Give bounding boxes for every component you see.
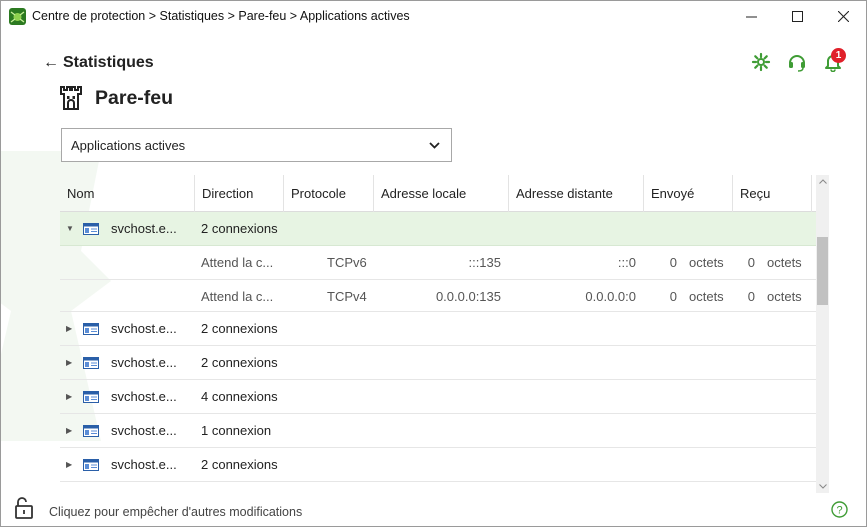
table-row[interactable]: ▶ svchost.e... 2 connexions — [60, 312, 816, 346]
app-name: svchost.e... — [111, 389, 177, 404]
application-window-icon — [83, 425, 99, 437]
drweb-spider-icon — [9, 8, 26, 25]
close-icon — [837, 11, 849, 22]
direction-cell: Attend la c... — [201, 289, 274, 304]
sent-value-cell: 0 — [669, 255, 677, 270]
column-header-envoye[interactable]: Envoyé — [644, 175, 733, 212]
received-value-cell: 0 — [747, 255, 755, 270]
local-address-cell: 0.0.0.0:135 — [435, 289, 501, 304]
protocol-cell: TCPv4 — [327, 289, 367, 304]
maximize-button[interactable] — [774, 1, 820, 32]
expand-caret-icon[interactable]: ▶ — [66, 380, 72, 414]
back-label: Statistiques — [63, 54, 154, 71]
app-name: svchost.e... — [111, 457, 177, 472]
notification-badge: 1 — [831, 48, 846, 63]
sent-unit-cell: octets — [689, 289, 724, 304]
connection-count: 2 connexions — [201, 321, 278, 336]
sent-unit-cell: octets — [689, 255, 724, 270]
expand-caret-icon[interactable]: ▶ — [66, 448, 72, 482]
scroll-up-button[interactable] — [816, 175, 829, 188]
lock-hint-text[interactable]: Cliquez pour empêcher d'autres modificat… — [49, 505, 302, 519]
table-header: Nom Direction Protocole Adresse locale A… — [60, 175, 816, 212]
connection-count: 2 connexions — [201, 457, 278, 472]
application-window-icon — [83, 357, 99, 369]
unlocked-padlock-icon[interactable] — [14, 496, 34, 520]
remote-address-cell: :::0 — [617, 255, 636, 270]
chevron-up-icon — [818, 179, 827, 184]
application-window-icon — [83, 459, 99, 471]
local-address-cell: :::135 — [468, 255, 501, 270]
column-header-direction[interactable]: Direction — [195, 175, 284, 212]
table-row[interactable]: ▶ svchost.e... 1 connexion — [60, 414, 816, 448]
application-window-icon — [83, 391, 99, 403]
maximize-icon — [791, 11, 803, 22]
column-header-nom[interactable]: Nom — [60, 175, 195, 212]
sent-value-cell: 0 — [669, 289, 677, 304]
dropdown-selected-value: Applications actives — [71, 137, 186, 153]
help-icon[interactable]: ? — [831, 501, 848, 518]
connection-count: 1 connexion — [201, 423, 272, 438]
app-name: svchost.e... — [111, 355, 177, 370]
connection-count: 2 connexions — [201, 355, 278, 370]
expand-caret-icon[interactable]: ▶ — [66, 346, 72, 380]
back-link[interactable]: ← Statistiques — [43, 54, 154, 72]
table-row[interactable]: ▼ svchost.e... 2 connexions — [60, 212, 816, 246]
chevron-down-icon — [818, 484, 827, 489]
page-title: Pare-feu — [95, 86, 174, 109]
support-headset-icon[interactable] — [787, 52, 807, 72]
table-scrollbar[interactable] — [816, 175, 829, 493]
scroll-thumb[interactable] — [817, 237, 828, 305]
protocol-cell: TCPv6 — [327, 255, 367, 270]
column-header-recu[interactable]: Reçu — [733, 175, 812, 212]
back-arrow-icon: ← — [43, 54, 59, 71]
received-unit-cell: octets — [767, 289, 802, 304]
application-window-icon — [83, 323, 99, 335]
application-window-icon — [83, 223, 99, 235]
table-row-child[interactable]: Attend la c... TCPv6 :::135 :::0 0 octet… — [60, 246, 816, 280]
column-header-adresse-locale[interactable]: Adresse locale — [374, 175, 509, 212]
table-row[interactable]: ▶ svchost.e... 2 connexions — [60, 448, 816, 482]
received-unit-cell: octets — [767, 255, 802, 270]
chevron-down-icon — [429, 142, 440, 149]
received-value-cell: 0 — [747, 289, 755, 304]
svg-text:?: ? — [836, 505, 842, 517]
column-header-adresse-distante[interactable]: Adresse distante — [509, 175, 644, 212]
remote-address-cell: 0.0.0.0:0 — [585, 289, 636, 304]
window-title: Centre de protection > Statistiques > Pa… — [32, 9, 410, 23]
collapse-caret-icon[interactable]: ▼ — [66, 212, 74, 246]
app-name: svchost.e... — [111, 423, 177, 438]
view-selector-dropdown[interactable]: Applications actives — [61, 128, 452, 162]
table-row[interactable]: ▶ svchost.e... 4 connexions — [60, 380, 816, 414]
table-row-child[interactable]: Attend la c... TCPv4 0.0.0.0:135 0.0.0.0… — [60, 280, 816, 312]
gear-icon[interactable] — [751, 52, 771, 72]
app-name: svchost.e... — [111, 321, 177, 336]
direction-cell: Attend la c... — [201, 255, 274, 270]
close-button[interactable] — [820, 1, 866, 32]
app-window: Centre de protection > Statistiques > Pa… — [0, 0, 867, 527]
column-header-protocole[interactable]: Protocole — [284, 175, 374, 212]
app-name: svchost.e... — [111, 221, 177, 236]
title-bar: Centre de protection > Statistiques > Pa… — [1, 1, 866, 32]
scroll-down-button[interactable] — [816, 480, 829, 493]
minimize-icon — [745, 16, 757, 18]
minimize-button[interactable] — [728, 1, 774, 32]
connection-count: 2 connexions — [201, 221, 278, 236]
expand-caret-icon[interactable]: ▶ — [66, 414, 72, 448]
page-heading: Pare-feu — [59, 85, 173, 111]
connection-count: 4 connexions — [201, 389, 278, 404]
firewall-tower-icon — [60, 86, 82, 110]
expand-caret-icon[interactable]: ▶ — [66, 312, 72, 346]
table-row[interactable]: ▶ svchost.e... 2 connexions — [60, 346, 816, 380]
connections-table: Nom Direction Protocole Adresse locale A… — [60, 175, 816, 483]
